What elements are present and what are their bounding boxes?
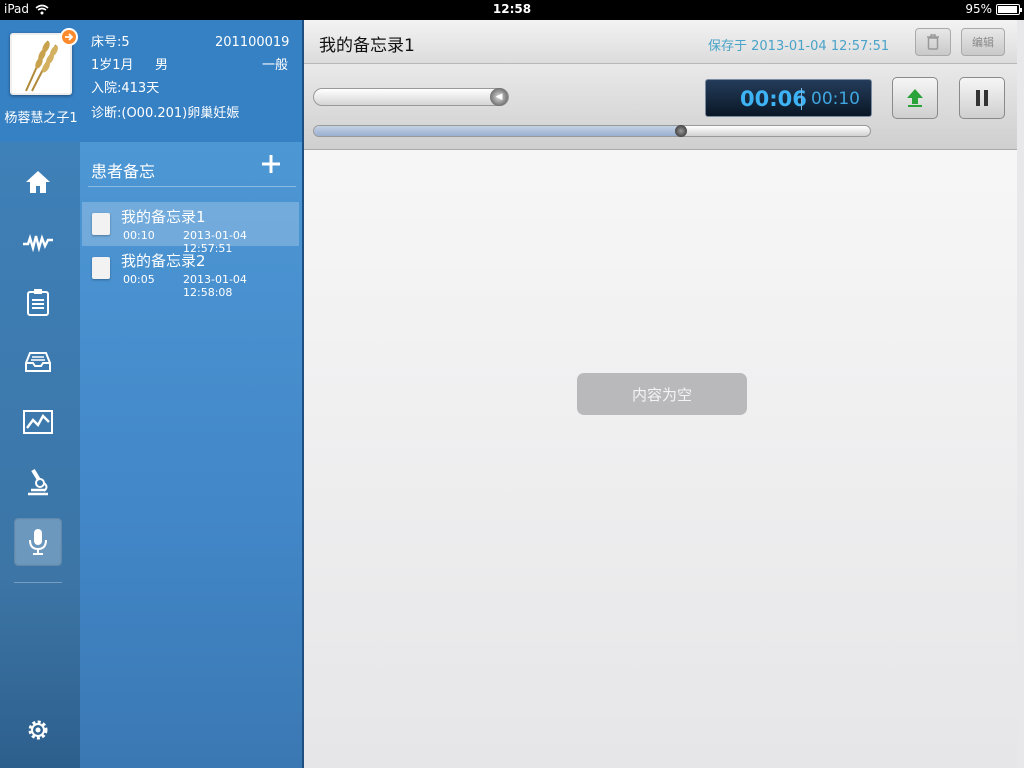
nav-home[interactable] (14, 158, 62, 206)
empty-content-toast: 内容为空 (577, 373, 747, 415)
time-separator (801, 88, 802, 110)
tray-icon (25, 352, 51, 372)
bed-number: 床号:5 (91, 35, 130, 50)
memo-list-title: 患者备忘 (91, 162, 156, 181)
patient-header[interactable]: 杨蓉慧之子1 床号:5 201100019 1岁1月 男 一般 入院:413天 … (0, 20, 302, 142)
pause-button[interactable] (959, 77, 1005, 119)
nav-settings[interactable] (14, 706, 62, 754)
current-time: 00:06 (740, 87, 807, 111)
patient-gender: 男 (155, 58, 169, 73)
memo-item-1[interactable]: 我的备忘录1 00:10 2013-01-04 12:57:51 (82, 202, 299, 255)
wheat-icon (25, 40, 58, 92)
home-icon (26, 171, 50, 193)
memo-title: 我的备忘录2 (121, 252, 206, 270)
trash-icon (927, 34, 939, 50)
battery-area: 95% (965, 2, 1022, 16)
nav-lab[interactable] (14, 458, 62, 506)
microscope-icon (28, 468, 48, 496)
pause-icon (976, 90, 988, 106)
microphone-icon (29, 529, 47, 555)
clipboard-icon (27, 289, 49, 316)
clock: 12:58 (492, 2, 532, 16)
battery-percent: 95% (965, 2, 992, 16)
nav-orders[interactable] (14, 278, 62, 326)
gear-icon (28, 720, 48, 740)
nav-records[interactable] (14, 338, 62, 386)
nav-divider (14, 582, 62, 583)
diagnosis: 诊断:(O00.201)卵巢妊娠 (91, 106, 240, 121)
memo-duration: 00:10 (123, 229, 155, 242)
time-display: 00:06 00:10 (705, 79, 872, 117)
scrollbar[interactable] (1017, 20, 1024, 768)
arrow-right-icon (65, 33, 74, 41)
document-icon (92, 257, 110, 279)
speaker-icon[interactable]: ◀ (490, 88, 508, 106)
edit-button[interactable]: 编辑 (961, 28, 1005, 56)
plus-icon (262, 155, 280, 173)
volume-slider[interactable]: ◀ (313, 88, 509, 106)
memo-title: 我的备忘录1 (121, 208, 206, 226)
patient-id: 201100019 (215, 35, 290, 50)
upload-arrow-icon (907, 89, 923, 107)
list-separator (88, 186, 296, 187)
waveform-icon (23, 234, 53, 252)
care-level: 一般 (262, 58, 289, 73)
add-memo-button[interactable] (260, 154, 282, 176)
memo-detail: 我的备忘录1 保存于 2013-01-04 12:57:51 编辑 ◀ 00:0… (304, 20, 1024, 768)
document-icon (92, 213, 110, 235)
nav-trends[interactable] (14, 398, 62, 446)
saved-timestamp: 保存于 2013-01-04 12:57:51 (708, 39, 890, 54)
memo-item-2[interactable]: 我的备忘录2 00:05 2013-01-04 12:58:08 (82, 246, 299, 299)
progress-thumb[interactable] (674, 125, 687, 137)
status-bar: iPad 12:58 95% (0, 0, 1024, 20)
nav-voice-memo[interactable] (14, 518, 62, 566)
side-nav (0, 142, 80, 768)
playback-progress[interactable] (313, 125, 871, 137)
audio-player: ◀ 00:06 00:10 (304, 64, 1017, 150)
chart-icon (23, 410, 53, 434)
patient-name: 杨蓉慧之子1 (4, 111, 78, 126)
detail-toolbar: 我的备忘录1 保存于 2013-01-04 12:57:51 编辑 (304, 20, 1017, 64)
delete-button[interactable] (915, 28, 951, 56)
admission-days: 入院:413天 (91, 81, 160, 96)
progress-fill (314, 126, 681, 136)
total-time: 00:10 (811, 89, 860, 109)
battery-icon (996, 3, 1022, 15)
patient-age: 1岁1月 (91, 58, 134, 73)
memo-list-panel: 患者备忘 我的备忘录1 00:10 2013-01-04 12:57:51 我的… (80, 142, 302, 768)
upload-button[interactable] (892, 77, 938, 119)
nav-vitals[interactable] (14, 218, 62, 266)
memo-duration: 00:05 (123, 273, 155, 286)
memo-date: 2013-01-04 12:58:08 (183, 273, 247, 299)
detail-title: 我的备忘录1 (319, 36, 415, 56)
switch-patient-badge[interactable] (60, 28, 78, 46)
